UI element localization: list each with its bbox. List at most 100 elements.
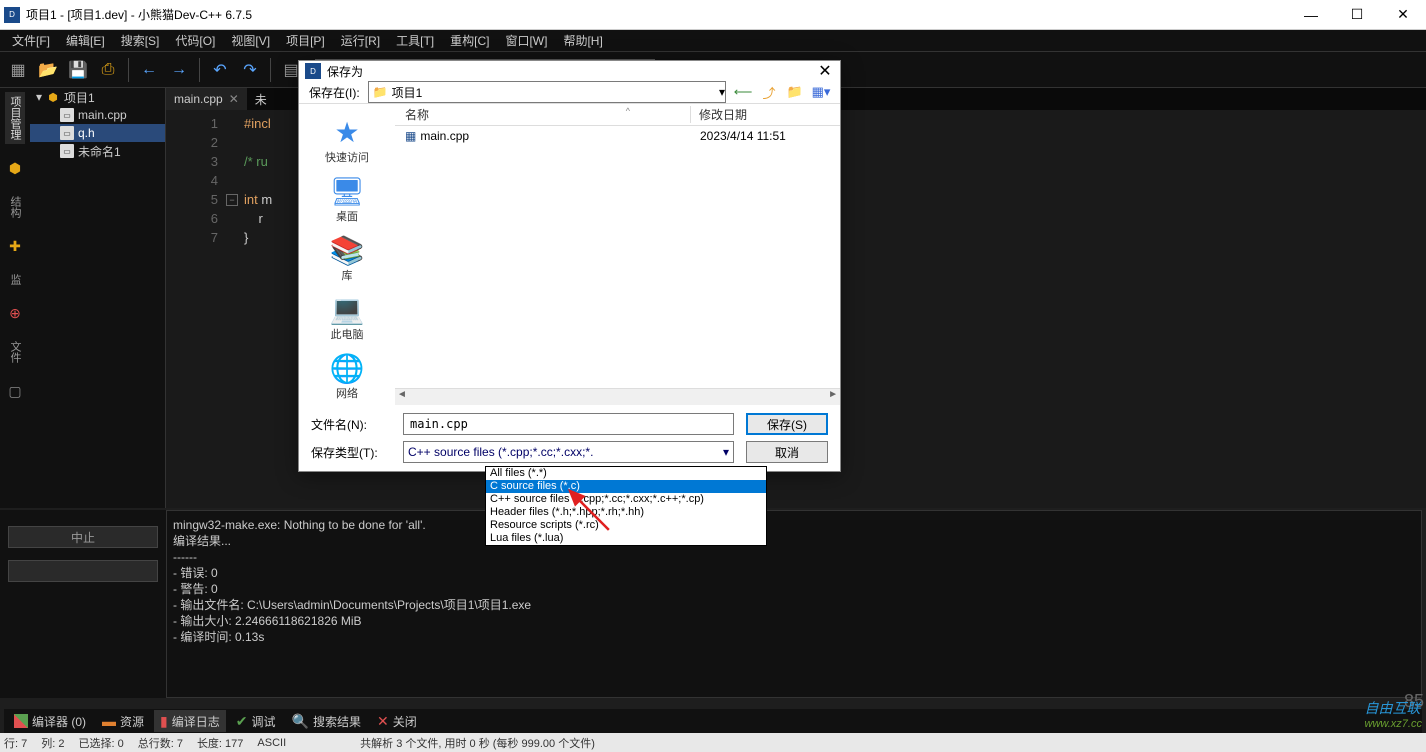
minimize-button[interactable]: —	[1288, 0, 1334, 30]
separator	[199, 58, 200, 82]
place-network[interactable]: 🌐网络	[307, 348, 387, 405]
open-icon[interactable]: 📂	[34, 56, 62, 84]
menu-run[interactable]: 运行[R]	[333, 30, 388, 51]
back-icon[interactable]: ←	[135, 56, 163, 84]
header-name[interactable]: 名称 ^	[395, 106, 691, 123]
editor-tab-unnamed[interactable]: 未	[247, 88, 275, 110]
tab-watch[interactable]: 监	[5, 270, 25, 289]
dropdown-item-cpp[interactable]: C++ source files (*.cpp;*.cc;*.cxx;*.c++…	[486, 493, 766, 506]
status-enc: ASCII	[257, 737, 286, 749]
sort-icon: ^	[626, 106, 630, 116]
app-icon: D	[4, 7, 20, 23]
blank-button[interactable]	[8, 560, 158, 582]
up-icon[interactable]: ⤴	[760, 83, 778, 101]
dropdown-item-all[interactable]: All files (*.*)	[486, 467, 766, 480]
forward-icon[interactable]: →	[165, 56, 193, 84]
file-icon: ▭	[60, 144, 74, 158]
save-icon[interactable]: 💾	[64, 56, 92, 84]
undo-icon[interactable]: ↶	[206, 56, 234, 84]
new-file-icon[interactable]: ▦	[4, 56, 32, 84]
place-library[interactable]: 📚库	[307, 230, 387, 287]
status-line: 行: 7	[4, 735, 27, 751]
dropdown-item-rc[interactable]: Resource scripts (*.rc)	[486, 519, 766, 532]
desktop-icon: 🖥	[329, 175, 365, 208]
close-icon: ✕	[377, 713, 389, 730]
place-quick[interactable]: ★快速访问	[307, 112, 387, 169]
filename-input[interactable]	[403, 413, 734, 435]
resource-icon: ▬	[102, 713, 116, 729]
breakpoint-icon[interactable]: ⊕	[5, 303, 25, 323]
editor-tab-main[interactable]: main.cpp ✕	[166, 88, 247, 110]
menu-refactor[interactable]: 重构[C]	[442, 30, 497, 51]
place-pc[interactable]: 💻此电脑	[307, 289, 387, 346]
tab-compiler[interactable]: 编译器 (0)	[8, 710, 92, 732]
separator	[128, 58, 129, 82]
back-icon[interactable]: ⟵	[734, 83, 752, 101]
cancel-button[interactable]: 取消	[746, 441, 828, 463]
dialog-close-button[interactable]: ✕	[810, 61, 840, 81]
menu-project[interactable]: 项目[P]	[278, 30, 333, 51]
save-button[interactable]: 保存(S)	[746, 413, 828, 435]
dialog-titlebar: D 保存为 ✕	[299, 61, 840, 81]
folder-icon: 📁	[373, 85, 388, 99]
pc-icon: 💻	[330, 293, 365, 326]
dropdown-item-header[interactable]: Header files (*.h;*.hpp;*.rh;*.hh)	[486, 506, 766, 519]
dropdown-item-lua[interactable]: Lua files (*.lua)	[486, 532, 766, 545]
menu-edit[interactable]: 编辑[E]	[58, 30, 113, 51]
menu-code[interactable]: 代码[O]	[167, 30, 223, 51]
chart-icon: ▮	[160, 713, 168, 730]
view-icon[interactable]: ▦▾	[812, 83, 830, 101]
save-in-value: 项目1	[392, 84, 423, 101]
stop-button[interactable]: 中止	[8, 526, 158, 548]
dropdown-item-c[interactable]: C source files (*.c)	[486, 480, 766, 493]
menu-view[interactable]: 视图[V]	[223, 30, 278, 51]
dialog-toolbar: 保存在(I): 📁 项目1 ▾ ⟵ ⤴ 📁 ▦▾	[299, 81, 840, 103]
tree-root[interactable]: ▾ ⬢ 项目1	[30, 88, 165, 106]
fold-icon[interactable]: −	[226, 194, 238, 206]
place-desktop[interactable]: 🖥桌面	[307, 171, 387, 228]
menu-file[interactable]: 文件[F]	[4, 30, 58, 51]
tab-label: 未	[255, 91, 267, 108]
tab-close[interactable]: ✕关闭	[371, 710, 423, 732]
filetype-combo[interactable]: C++ source files (*.cpp;*.cc;*.cxx;*. ▾	[403, 441, 734, 463]
maximize-button[interactable]: ☐	[1334, 0, 1380, 30]
tab-debug[interactable]: ✔调试	[230, 710, 282, 732]
tab-resource[interactable]: ▬资源	[96, 710, 150, 732]
menu-window[interactable]: 窗口[W]	[497, 30, 555, 51]
tree-item-unnamed[interactable]: ▭ 未命名1	[30, 142, 165, 160]
tab-struct[interactable]: 结构	[5, 192, 25, 222]
library-icon: 📚	[330, 234, 365, 267]
status-parse: 共解析 3 个文件, 用时 0 秒 (每秒 999.00 个文件)	[360, 735, 595, 751]
dropdown-icon: ▾	[719, 85, 725, 99]
file-area[interactable]	[395, 146, 840, 388]
close-button[interactable]: ✕	[1380, 0, 1426, 30]
left-sidebar: 项目管理 ⬢ 结构 ✚ 监 ⊕ 文件 ▢	[0, 88, 30, 508]
tab-close-icon[interactable]: ✕	[229, 92, 239, 106]
redo-icon[interactable]: ↷	[236, 56, 264, 84]
menu-tools[interactable]: 工具[T]	[388, 30, 442, 51]
file-label: q.h	[78, 126, 95, 140]
horizontal-scrollbar[interactable]	[395, 388, 840, 405]
header-date[interactable]: 修改日期	[691, 106, 840, 123]
plus-icon[interactable]: ✚	[5, 236, 25, 256]
tree-item-qh[interactable]: ▭ q.h	[30, 124, 165, 142]
tab-project[interactable]: 项目管理	[5, 92, 25, 144]
titlebar: D 项目1 - [项目1.dev] - 小熊猫Dev-C++ 6.7.5 — ☐…	[0, 0, 1426, 30]
output-line: mingw32-make.exe: Nothing to be done for…	[173, 517, 1415, 533]
tab-compile-log[interactable]: ▮编译日志	[154, 710, 226, 732]
shield-icon[interactable]: ⬢	[5, 158, 25, 178]
output-line: - 错误: 0	[173, 565, 1415, 581]
new-folder-icon[interactable]: 📁	[786, 83, 804, 101]
file-row[interactable]: ▦ main.cpp 2023/4/14 11:51	[395, 126, 840, 146]
tab-files[interactable]: 文件	[5, 337, 25, 367]
tree-item-main[interactable]: ▭ main.cpp	[30, 106, 165, 124]
output-panel[interactable]: mingw32-make.exe: Nothing to be done for…	[166, 510, 1422, 698]
files-icon[interactable]: ▢	[5, 381, 25, 401]
save-in-combo[interactable]: 📁 项目1 ▾	[368, 81, 726, 103]
save-all-icon[interactable]: ⎙	[94, 56, 122, 84]
menu-help[interactable]: 帮助[H]	[555, 30, 610, 51]
tab-search-results[interactable]: 🔍搜索结果	[286, 710, 367, 732]
file-icon: ▭	[60, 108, 74, 122]
menu-search[interactable]: 搜索[S]	[113, 30, 168, 51]
places-bar: ★快速访问 🖥桌面 📚库 💻此电脑 🌐网络	[299, 104, 395, 405]
